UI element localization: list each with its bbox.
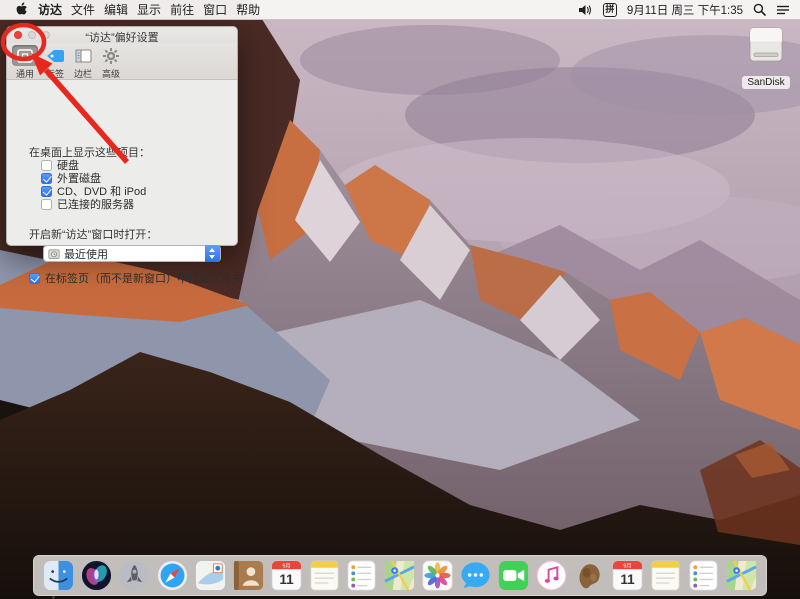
preferences-toolbar: 通用 标签 边栏 bbox=[7, 43, 237, 80]
dock-item-safari[interactable] bbox=[156, 559, 189, 592]
tab-advanced[interactable]: 高级 bbox=[96, 45, 126, 80]
select-value: 最近使用 bbox=[64, 246, 108, 262]
recents-icon bbox=[48, 248, 60, 260]
dock-item-launchpad[interactable] bbox=[118, 559, 151, 592]
menu-go[interactable]: 前往 bbox=[170, 1, 194, 18]
new-window-heading: 开启新“访达”窗口时打开： bbox=[29, 226, 157, 242]
dock-item-calendar[interactable]: 9月 11 bbox=[270, 559, 303, 592]
tag-icon bbox=[42, 45, 68, 66]
tab-general-label: 通用 bbox=[10, 67, 40, 80]
hard-disks-checkbox[interactable] bbox=[41, 160, 52, 171]
menu-help[interactable]: 帮助 bbox=[236, 1, 260, 18]
servers-checkbox[interactable] bbox=[41, 199, 52, 210]
dock-item-notes[interactable] bbox=[308, 559, 341, 592]
open-in-tabs-checkbox[interactable] bbox=[29, 273, 40, 284]
dock-item-mail[interactable] bbox=[194, 559, 227, 592]
dock-item-siri[interactable] bbox=[80, 559, 113, 592]
sidebar-icon bbox=[70, 45, 96, 66]
dock-item-calendar-2[interactable]: 9月 11 bbox=[611, 559, 644, 592]
dock-item-finder[interactable] bbox=[42, 559, 75, 592]
dock-item-itunes[interactable] bbox=[535, 559, 568, 592]
svg-text:11: 11 bbox=[620, 572, 635, 587]
cds-checkbox[interactable] bbox=[41, 186, 52, 197]
tab-sidebar[interactable]: 边栏 bbox=[68, 45, 98, 80]
preferences-content: 在桌面上显示这些项目： 硬盘 外置磁盘 CD、DVD 和 iPod 已连接的服务… bbox=[7, 80, 237, 246]
tab-tags[interactable]: 标签 bbox=[40, 45, 70, 80]
dock-item-maps-2[interactable] bbox=[725, 559, 758, 592]
external-drive-icon bbox=[743, 27, 789, 72]
dock-item-photos[interactable] bbox=[421, 559, 454, 592]
menu-window[interactable]: 窗口 bbox=[203, 1, 227, 18]
menu-app-name[interactable]: 访达 bbox=[38, 1, 62, 18]
svg-text:11: 11 bbox=[279, 572, 294, 587]
dock-item-facetime[interactable] bbox=[497, 559, 530, 592]
dock-item-maps[interactable] bbox=[383, 559, 416, 592]
disk-label: SanDisk bbox=[742, 76, 789, 89]
checkbox-row-open-in-tabs[interactable]: 在标签页（而不是新窗口）中打开文件夹 bbox=[29, 270, 243, 286]
dock-item-notes-2[interactable] bbox=[649, 559, 682, 592]
dock-item-unknown-app[interactable] bbox=[573, 559, 606, 592]
servers-label: 已连接的服务器 bbox=[57, 196, 134, 212]
dock-item-reminders-2[interactable] bbox=[687, 559, 720, 592]
new-window-target-select[interactable]: 最近使用 bbox=[43, 245, 221, 262]
tab-tags-label: 标签 bbox=[40, 67, 70, 80]
search-icon[interactable] bbox=[753, 3, 766, 16]
external-disks-checkbox[interactable] bbox=[41, 173, 52, 184]
tab-general[interactable]: 通用 bbox=[10, 45, 40, 80]
dock-item-reminders[interactable] bbox=[345, 559, 378, 592]
menu-bar: 访达 文件 编辑 显示 前往 窗口 帮助 拼 9月11日 周三 下午1:35 bbox=[0, 0, 800, 20]
apple-icon[interactable] bbox=[16, 2, 29, 17]
desktop-volume-sandisk[interactable]: SanDisk bbox=[738, 27, 794, 90]
svg-text:9月: 9月 bbox=[623, 562, 631, 569]
gear-icon bbox=[98, 45, 124, 66]
menubar-clock[interactable]: 9月11日 周三 下午1:35 bbox=[627, 2, 743, 18]
checkbox-row-servers[interactable]: 已连接的服务器 bbox=[41, 196, 134, 212]
volume-icon[interactable] bbox=[578, 4, 593, 16]
svg-text:9月: 9月 bbox=[282, 562, 290, 569]
input-source-icon[interactable]: 拼 bbox=[603, 3, 617, 17]
notification-center-icon[interactable] bbox=[776, 4, 790, 16]
general-icon bbox=[12, 45, 38, 66]
tab-advanced-label: 高级 bbox=[96, 67, 126, 80]
open-in-tabs-label: 在标签页（而不是新窗口）中打开文件夹 bbox=[45, 270, 243, 286]
menu-file[interactable]: 文件 bbox=[71, 1, 95, 18]
select-stepper-icon[interactable] bbox=[205, 245, 220, 262]
dock-item-messages[interactable] bbox=[459, 559, 492, 592]
tab-sidebar-label: 边栏 bbox=[68, 67, 98, 80]
dock: 9月 11 bbox=[33, 555, 767, 596]
menu-view[interactable]: 显示 bbox=[137, 1, 161, 18]
dock-item-contacts[interactable] bbox=[232, 559, 265, 592]
menu-edit[interactable]: 编辑 bbox=[104, 1, 128, 18]
finder-preferences-window: “访达”偏好设置 通用 标签 bbox=[6, 26, 238, 246]
window-titlebar[interactable]: “访达”偏好设置 bbox=[7, 27, 237, 43]
